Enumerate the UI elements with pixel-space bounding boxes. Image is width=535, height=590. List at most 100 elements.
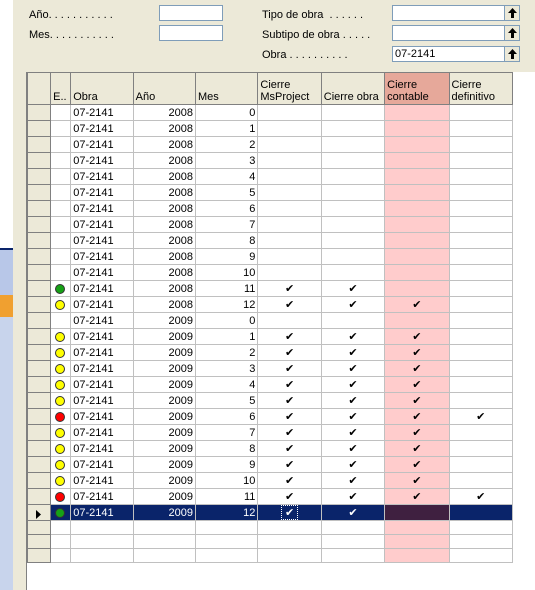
row-selector[interactable] [26,488,52,505]
cierre-contable-cell[interactable] [384,152,450,169]
cierre-contable-cell[interactable]: ✔ [384,424,450,441]
obra-cell[interactable]: 07-2141 [70,424,134,441]
mes-cell[interactable]: 8 [194,440,259,457]
mes-cell[interactable]: 11 [194,280,259,297]
col-header-anio[interactable]: Año [132,72,197,105]
cierre-msproject-cell[interactable] [257,264,322,281]
cierre-obra-cell[interactable] [320,184,386,201]
mes-cell[interactable]: 7 [194,216,259,233]
row-selector[interactable] [26,184,52,201]
table-row[interactable]: 07-2141 2009 7 ✔ ✔ ✔ [26,424,514,441]
table-row[interactable]: 07-2141 2008 7 [26,216,514,233]
row-selector[interactable] [26,152,52,169]
obra-cell[interactable]: 07-2141 [70,280,134,297]
subtipo-obra-combo[interactable] [392,25,520,41]
cierre-msproject-cell[interactable]: ✔ [257,424,322,441]
anio-cell[interactable]: 2009 [132,344,197,361]
obra-cell[interactable]: 07-2141 [70,360,134,377]
obra-cell[interactable]: 07-2141 [70,232,134,249]
cierre-msproject-cell[interactable]: ✔ [257,328,322,345]
obra-cell[interactable]: 07-2141 [70,456,134,473]
row-selector[interactable] [26,248,52,265]
col-header-mes[interactable]: Mes [194,72,259,105]
cierre-obra-cell[interactable]: ✔ [320,504,386,521]
table-row[interactable]: 07-2141 2009 1 ✔ ✔ ✔ [26,328,514,345]
cierre-definitivo-cell[interactable] [448,360,514,377]
cierre-msproject-cell[interactable]: ✔ [257,456,322,473]
obra-cell[interactable]: 07-2141 [70,216,134,233]
obra-cell[interactable]: 07-2141 [70,104,134,121]
anio-cell[interactable]: 2009 [132,504,197,521]
cierre-contable-cell[interactable] [384,184,450,201]
cierre-msproject-cell[interactable] [257,184,322,201]
row-selector[interactable] [26,168,52,185]
anio-cell[interactable]: 2009 [132,488,197,505]
cierre-msproject-cell[interactable] [257,152,322,169]
obra-cell[interactable]: 07-2141 [70,328,134,345]
cierre-obra-cell[interactable] [320,232,386,249]
obra-cell[interactable]: 07-2141 [70,136,134,153]
cierre-contable-cell[interactable]: ✔ [384,456,450,473]
cierre-msproject-cell[interactable]: ✔ [257,408,322,425]
anio-cell[interactable]: 2008 [132,168,197,185]
cierre-definitivo-cell[interactable] [448,424,514,441]
col-header-obra[interactable]: Obra [70,72,134,105]
anio-cell[interactable]: 2008 [132,152,197,169]
cierre-msproject-cell[interactable]: ✔ [257,344,322,361]
mes-cell[interactable]: 2 [194,344,259,361]
cierre-definitivo-cell[interactable] [448,376,514,393]
table-row[interactable]: 07-2141 2009 5 ✔ ✔ ✔ [26,392,514,409]
table-row[interactable]: 07-2141 2009 11 ✔ ✔ ✔ ✔ [26,488,514,505]
obra-cell[interactable]: 07-2141 [70,312,134,329]
row-selector[interactable] [26,504,52,521]
cierre-contable-cell[interactable]: ✔ [384,392,450,409]
obra-cell[interactable]: 07-2141 [70,344,134,361]
cierre-obra-cell[interactable]: ✔ [320,472,386,489]
table-row[interactable]: 07-2141 2009 2 ✔ ✔ ✔ [26,344,514,361]
obra-cell[interactable]: 07-2141 [70,296,134,313]
cierre-msproject-cell[interactable] [257,104,322,121]
table-row[interactable]: 07-2141 2008 1 [26,120,514,137]
mes-input[interactable] [159,25,223,41]
cierre-obra-cell[interactable]: ✔ [320,344,386,361]
anio-cell[interactable]: 2009 [132,360,197,377]
cierre-msproject-cell[interactable]: ✔ [257,360,322,377]
col-header-estado[interactable]: E.. [50,72,72,105]
tipo-obra-dropdown-button[interactable] [504,6,519,20]
cierre-msproject-cell[interactable]: ✔ [257,472,322,489]
mes-cell[interactable]: 1 [194,328,259,345]
table-row[interactable]: 07-2141 2008 5 [26,184,514,201]
cierre-msproject-cell[interactable]: ✔ [257,376,322,393]
cierre-contable-cell[interactable]: ✔ [384,488,450,505]
table-row[interactable]: 07-2141 2008 6 [26,200,514,217]
table-row[interactable]: 07-2141 2008 10 [26,264,514,281]
cierre-msproject-cell[interactable]: ✔ [257,440,322,457]
cierre-obra-cell[interactable]: ✔ [320,280,386,297]
table-row[interactable]: 07-2141 2008 11 ✔ ✔ [26,280,514,297]
cierre-msproject-cell[interactable] [257,232,322,249]
cierre-contable-cell[interactable]: ✔ [384,440,450,457]
cierre-msproject-cell[interactable] [257,200,322,217]
row-selector[interactable] [26,264,52,281]
cierre-obra-cell[interactable]: ✔ [320,392,386,409]
cierre-obra-cell[interactable] [320,104,386,121]
cierre-obra-cell[interactable] [320,216,386,233]
row-selector[interactable] [26,376,52,393]
cierre-definitivo-cell[interactable] [448,456,514,473]
anio-cell[interactable]: 2009 [132,392,197,409]
anio-cell[interactable]: 2008 [132,280,197,297]
anio-cell[interactable]: 2009 [132,456,197,473]
row-selector[interactable] [26,392,52,409]
cierre-definitivo-cell[interactable]: ✔ [448,408,514,425]
cierre-definitivo-cell[interactable] [448,104,514,121]
cierre-definitivo-cell[interactable] [448,152,514,169]
cierre-contable-cell[interactable]: ✔ [384,296,450,313]
anio-cell[interactable]: 2009 [132,424,197,441]
cierre-contable-cell[interactable]: ✔ [384,360,450,377]
cierre-definitivo-cell[interactable] [448,504,514,521]
cierre-obra-cell[interactable]: ✔ [320,424,386,441]
obra-cell[interactable]: 07-2141 [70,200,134,217]
cierre-contable-cell[interactable] [384,136,450,153]
obra-cell[interactable]: 07-2141 [70,376,134,393]
cierre-contable-cell[interactable] [384,104,450,121]
